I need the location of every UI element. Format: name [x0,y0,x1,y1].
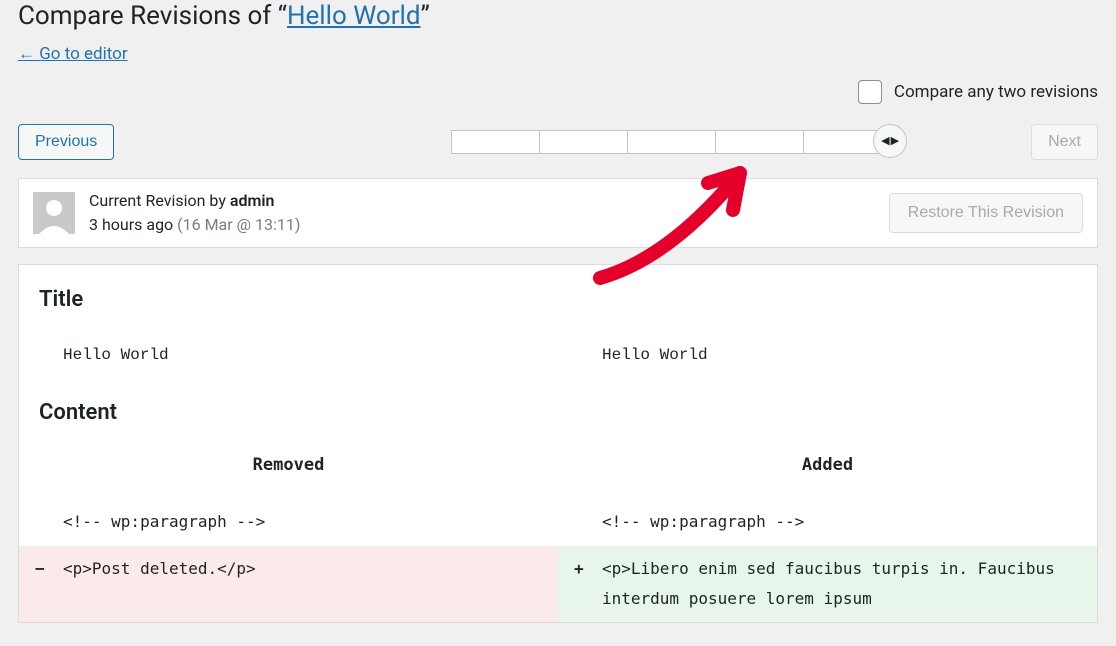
plus-icon: + [574,554,584,584]
title-right: Hello World [558,332,1097,378]
slider-tick[interactable] [715,130,803,154]
slider-tick[interactable] [451,130,539,154]
slider-tick[interactable] [539,130,627,154]
diff-panel: Title Hello World Hello World Content Re… [18,264,1098,624]
added-column-header: Added [558,445,1097,499]
author-name: admin [230,191,275,210]
time-ago: 3 hours ago [89,215,173,234]
avatar [33,192,75,234]
compare-any-label[interactable]: Compare any two revisions [894,82,1098,102]
page-heading: Compare Revisions of “Hello World” [18,0,1098,34]
previous-button[interactable]: Previous [18,124,114,160]
section-content-heading: Content [19,396,1097,445]
revision-slider[interactable]: ◀ ▶ [451,130,891,154]
slider-tick[interactable] [627,130,715,154]
diff-context-right: <!-- wp:paragraph --> [558,499,1097,545]
heading-suffix: ” [421,1,430,31]
heading-prefix: Compare Revisions of “ [18,1,287,31]
chevron-left-icon: ◀ [881,134,889,147]
compare-any-checkbox[interactable] [858,80,882,104]
diff-removed-line: − <p>Post deleted.</p> [19,546,558,623]
restore-revision-button: Restore This Revision [889,193,1083,233]
next-button: Next [1031,124,1098,160]
byline-prefix: Current Revision by [89,191,230,210]
title-left: Hello World [19,332,558,378]
chevron-right-icon: ▶ [891,134,899,147]
minus-icon: − [35,554,45,584]
back-to-editor-link[interactable]: ← Go to editor [18,44,128,64]
removed-column-header: Removed [19,445,558,499]
revision-meta: Current Revision by admin 3 hours ago (1… [18,178,1098,248]
added-text: <p>Libero enim sed faucibus turpis in. F… [602,559,1055,608]
diff-added-line: + <p>Libero enim sed faucibus turpis in.… [558,546,1097,623]
removed-text: <p>Post deleted.</p> [63,559,256,578]
timestamp: (16 Mar @ 13:11) [177,215,300,234]
slider-handle[interactable]: ◀ ▶ [873,124,907,158]
section-title-heading: Title [19,283,1097,332]
post-title-link[interactable]: Hello World [287,1,421,31]
diff-context-left: <!-- wp:paragraph --> [19,499,558,545]
